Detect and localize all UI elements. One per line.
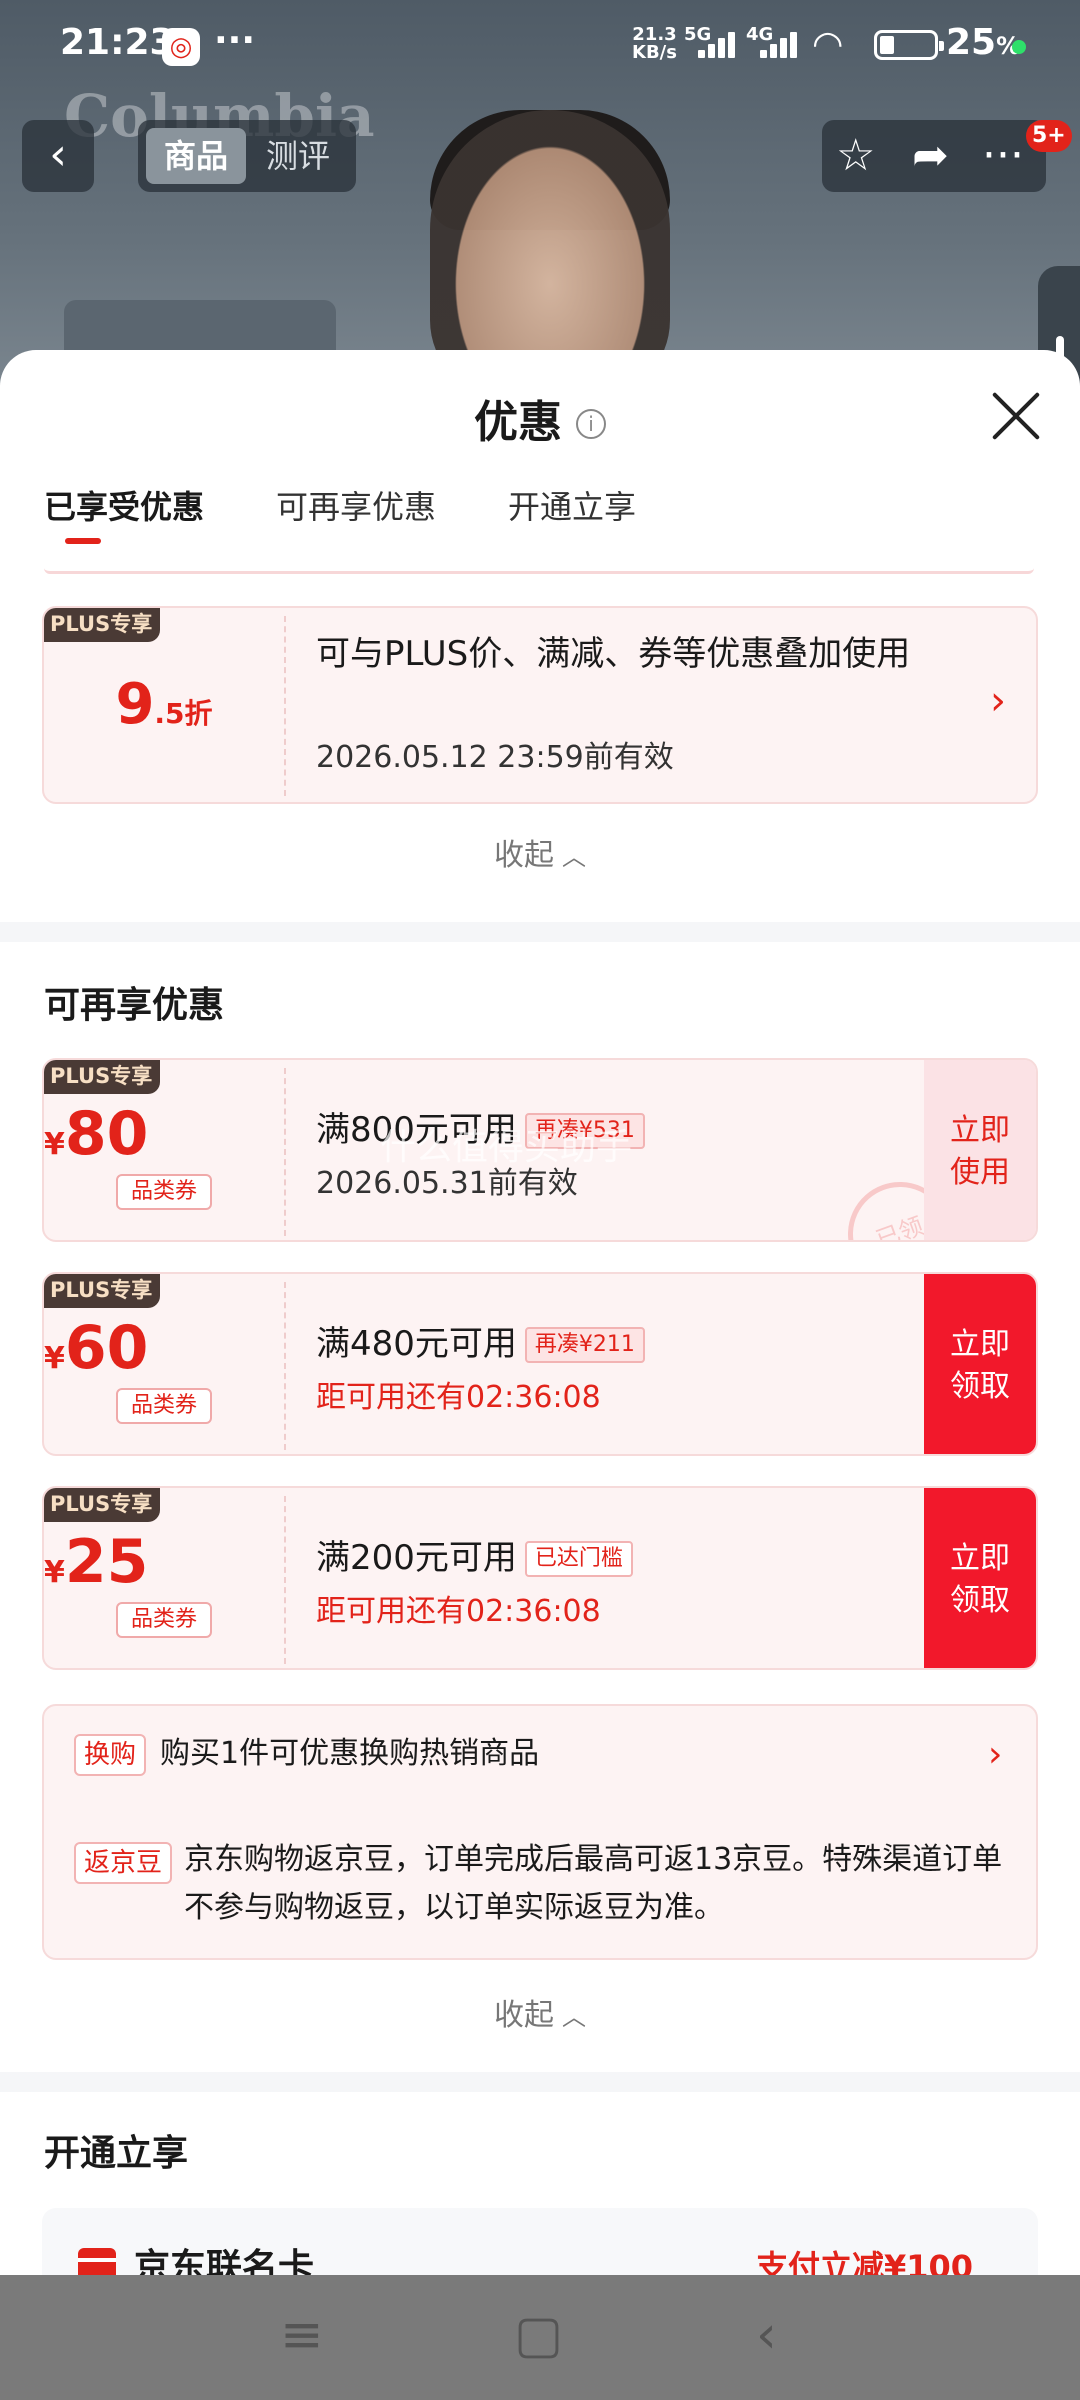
back-button[interactable]: ‹ bbox=[22, 120, 94, 192]
battery-icon bbox=[874, 30, 944, 60]
trade-in-tag: 换购 bbox=[74, 1734, 147, 1776]
card-benefit: 支付立减¥100 bbox=[756, 2248, 974, 2275]
card-divider bbox=[284, 616, 286, 796]
plus-discount-card[interactable]: PLUS专享 9.5折 可与PLUS价、满减、券等优惠叠加使用 2026.05.… bbox=[42, 606, 1038, 804]
status-time: 21:23 bbox=[60, 22, 175, 63]
coupon-type: 品类券 bbox=[116, 1174, 212, 1210]
tab-more-discounts[interactable]: 可再享优惠 bbox=[276, 482, 436, 528]
home-icon[interactable]: ▢ bbox=[514, 2305, 563, 2365]
system-navigation-bar: ≡ ▢ ‹ bbox=[0, 2275, 1080, 2400]
plus-tag: PLUS专享 bbox=[44, 1060, 161, 1094]
tab-open-enjoy[interactable]: 开通立享 bbox=[508, 482, 636, 528]
back-icon[interactable]: ‹ bbox=[756, 2305, 777, 2365]
coupon-type: 品类券 bbox=[116, 1388, 212, 1424]
card-divider bbox=[284, 1282, 286, 1450]
previous-card-edge bbox=[44, 568, 1034, 574]
chevron-right-icon[interactable]: › bbox=[988, 1734, 1002, 1775]
co-branded-card-offer[interactable]: 京东联名卡 支付立减¥100 bbox=[42, 2208, 1038, 2275]
app-notification-icon: ◎ bbox=[162, 28, 200, 66]
credit-card-icon bbox=[78, 2248, 116, 2275]
share-icon[interactable]: ➦ bbox=[912, 128, 949, 184]
card-divider bbox=[284, 1068, 286, 1236]
coupon-card[interactable]: PLUS专享 ¥25 品类券 满200元可用 已达门槛 距可用还有02:36:08… bbox=[42, 1486, 1038, 1670]
battery-percent: 25% bbox=[946, 22, 1021, 63]
discount-rate: 9.5折 bbox=[115, 672, 213, 737]
tab-review[interactable]: 测评 bbox=[248, 128, 348, 184]
coupon-card[interactable]: PLUS专享 ¥60 品类券 满480元可用 再凑¥211 距可用还有02:36:… bbox=[42, 1272, 1038, 1456]
menu-icon[interactable]: ≡ bbox=[280, 2305, 324, 2365]
product-tabs: 商品 测评 bbox=[138, 120, 356, 192]
coupon-amount: ¥60 bbox=[44, 1313, 149, 1383]
plus-tag: PLUS专享 bbox=[44, 1274, 161, 1308]
claim-now-button[interactable]: 立即 领取 bbox=[924, 1488, 1036, 1668]
discount-sheet: 优惠 i 已享受优惠 可再享优惠 开通立享 PLUS专享 9.5折 可与PLUS价… bbox=[0, 350, 1080, 2275]
coupon-countdown: 距可用还有02:36:08 bbox=[316, 1594, 601, 1629]
network-speed: 21.3 KB/s bbox=[632, 24, 677, 63]
chevron-right-icon: › bbox=[990, 678, 1006, 724]
more-discounts-title: 可再享优惠 bbox=[44, 985, 225, 1026]
coupon-condition: 满200元可用 已达门槛 bbox=[316, 1530, 633, 1579]
plus-tag: PLUS专享 bbox=[44, 608, 161, 642]
card-name: 京东联名卡 bbox=[134, 2247, 315, 2275]
coupon-hint: 再凑¥211 bbox=[524, 1327, 645, 1363]
coupon-type: 品类券 bbox=[116, 1602, 212, 1638]
coupon-amount: ¥25 bbox=[44, 1527, 149, 1597]
info-icon[interactable]: i bbox=[576, 409, 606, 439]
extra-benefits-card: 换购 购买1件可优惠换购热销商品 › 返京豆 京东购物返京豆，订单完成后最高可返… bbox=[42, 1704, 1038, 1960]
discount-description: 可与PLUS价、满减、券等优惠叠加使用 bbox=[316, 634, 911, 674]
coupon-condition: 满480元可用 再凑¥211 bbox=[316, 1316, 645, 1365]
charging-dot bbox=[1012, 40, 1026, 54]
discount-valid-until: 2026.05.12 23:59前有效 bbox=[316, 740, 674, 775]
signal-5g-icon bbox=[698, 28, 744, 58]
tab-product[interactable]: 商品 bbox=[146, 128, 246, 184]
coupon-hint: 已达门槛 bbox=[524, 1541, 633, 1577]
collapse-button[interactable]: 收起 ︿ bbox=[0, 1990, 1080, 2034]
chevron-up-icon: ︿ bbox=[562, 843, 586, 871]
collapse-button[interactable]: 收起 ︿ bbox=[0, 830, 1080, 874]
favorite-star-icon[interactable]: ☆ bbox=[836, 128, 875, 184]
coupon-countdown: 距可用还有02:36:08 bbox=[316, 1380, 601, 1415]
card-divider bbox=[284, 1496, 286, 1664]
more-notifications: ··· bbox=[214, 20, 256, 61]
tab-enjoyed[interactable]: 已享受优惠 bbox=[44, 482, 204, 528]
open-enjoy-title: 开通立享 bbox=[44, 2133, 189, 2174]
tab-indicator bbox=[65, 538, 101, 544]
more-icon[interactable]: ··· bbox=[982, 128, 1024, 184]
wifi-icon: ◠ bbox=[812, 24, 844, 65]
status-bar: 21:23 ◎ ··· 21.3 KB/s 5G 4G ◠ 25% bbox=[0, 0, 1080, 92]
close-icon[interactable] bbox=[990, 390, 1042, 442]
signal-4g-icon bbox=[760, 28, 806, 58]
watermark: 什么值得买助手 bbox=[380, 1127, 633, 1168]
jd-bean-text: 京东购物返京豆，订单完成后最高可返13京豆。特殊渠道订单不参与购物返豆，以订单实… bbox=[184, 1842, 1003, 1925]
claim-now-button[interactable]: 立即 领取 bbox=[924, 1274, 1036, 1454]
sheet-title: 优惠 i bbox=[0, 386, 1080, 450]
jd-bean-tag: 返京豆 bbox=[74, 1842, 173, 1884]
nav-actions: ☆ ➦ ··· bbox=[822, 120, 1046, 192]
chevron-up-icon: ︿ bbox=[562, 2003, 586, 2031]
use-now-button[interactable]: 立即 使用 bbox=[924, 1060, 1036, 1240]
coupon-amount: ¥80 bbox=[44, 1099, 149, 1169]
plus-tag: PLUS专享 bbox=[44, 1488, 161, 1522]
trade-in-text[interactable]: 购买1件可优惠换购热销商品 bbox=[160, 1730, 539, 1778]
message-badge: 5+ bbox=[1026, 120, 1072, 152]
section-gap bbox=[0, 922, 1080, 942]
section-gap bbox=[0, 2072, 1080, 2092]
